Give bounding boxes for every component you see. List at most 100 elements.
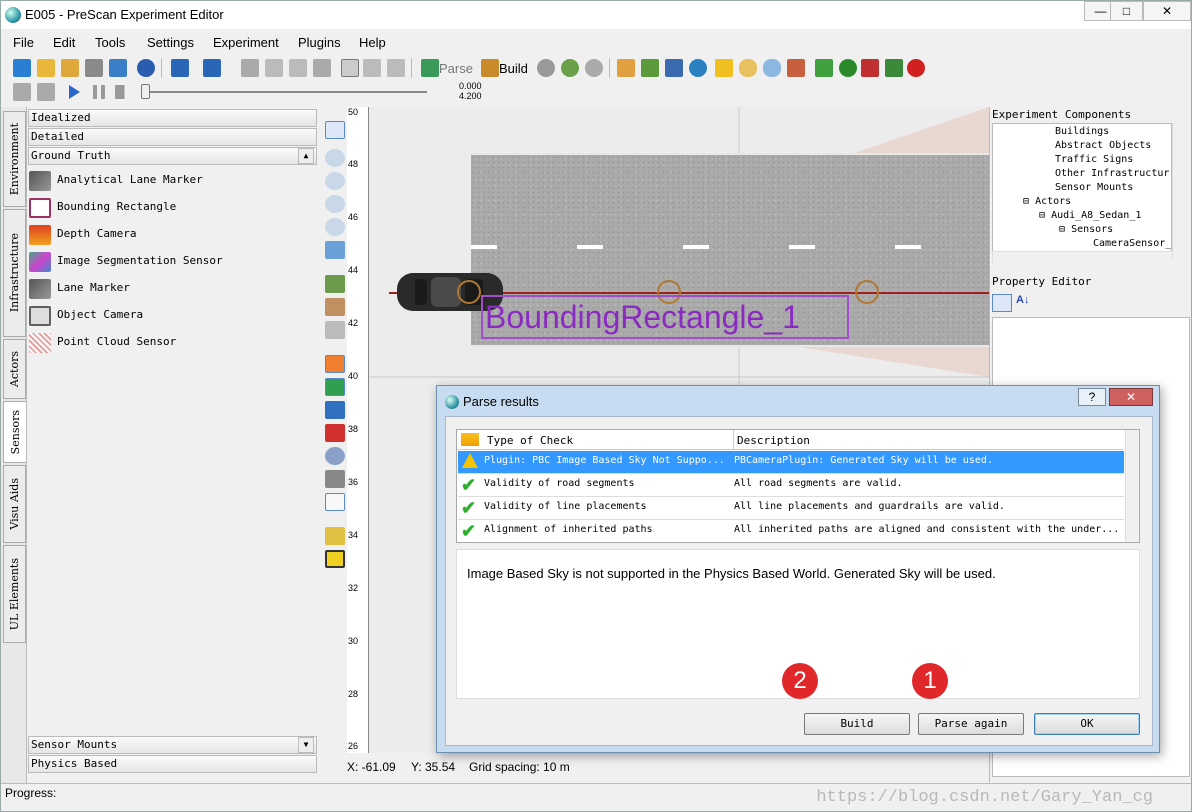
parse-button[interactable]: Parse <box>439 61 473 76</box>
menu-experiment[interactable]: Experiment <box>213 35 279 50</box>
globe-icon[interactable] <box>561 59 579 77</box>
new-icon[interactable] <box>13 59 31 77</box>
tree-node[interactable]: Traffic Signs <box>1055 154 1133 165</box>
help-button[interactable]: ? <box>1078 388 1106 406</box>
terrain-icon[interactable] <box>325 470 345 488</box>
tree-node[interactable]: CameraSensor_ <box>1093 238 1171 249</box>
list-item[interactable]: Depth Camera <box>29 223 299 247</box>
components-tree[interactable]: Buildings Abstract Objects Traffic Signs… <box>992 123 1172 259</box>
open-folder-icon[interactable] <box>61 59 79 77</box>
category-ground-truth[interactable]: Ground Truth ▲ <box>28 147 317 165</box>
zoom-in-icon[interactable] <box>325 172 345 190</box>
categorized-icon[interactable] <box>992 294 1012 312</box>
play-world-icon[interactable] <box>839 59 857 77</box>
tree-hscrollbar[interactable] <box>992 251 1172 263</box>
weather-icon[interactable] <box>739 59 757 77</box>
numbering-icon[interactable] <box>325 527 345 545</box>
tab-sensors[interactable]: Sensors <box>3 401 26 463</box>
wrench-icon[interactable] <box>363 59 381 77</box>
chart-icon[interactable] <box>787 59 805 77</box>
timeline-slider[interactable] <box>141 91 427 93</box>
collapse-arrow-icon[interactable]: ▲ <box>298 148 314 164</box>
tree-node[interactable]: Abstract Objects <box>1055 140 1151 151</box>
tab-visu-aids[interactable]: Visu Aids <box>3 465 26 543</box>
collapse-icon[interactable]: ⊟ <box>1023 196 1029 207</box>
camera-tool-icon[interactable] <box>325 355 345 373</box>
dialog-close-button[interactable]: ✕ <box>1109 388 1153 406</box>
expand-arrow-icon[interactable]: ▼ <box>298 737 314 753</box>
draw-path-icon[interactable] <box>325 275 345 293</box>
category-sensor-mounts[interactable]: Sensor Mounts ▼ <box>28 736 317 754</box>
menu-edit[interactable]: Edit <box>53 35 75 50</box>
dialog-build-button[interactable]: Build <box>804 713 910 735</box>
tree-node[interactable]: Sensor Mounts <box>1055 182 1133 193</box>
menu-settings[interactable]: Settings <box>147 35 194 50</box>
maximize-button[interactable]: □ <box>1110 1 1143 21</box>
table-row[interactable]: ✔ Validity of road segments All road seg… <box>458 474 1124 497</box>
list-item[interactable]: Analytical Lane Marker <box>29 169 299 193</box>
star-icon[interactable] <box>715 59 733 77</box>
category-idealized[interactable]: Idealized <box>28 109 317 127</box>
redo-icon[interactable] <box>203 59 221 77</box>
undo-icon[interactable] <box>171 59 189 77</box>
tree-node[interactable]: Buildings <box>1055 126 1109 137</box>
category-detailed[interactable]: Detailed <box>28 128 317 146</box>
list-item[interactable]: Bounding Rectangle <box>29 196 299 220</box>
column-type[interactable]: Type of Check <box>487 432 573 450</box>
save-as-icon[interactable] <box>109 59 127 77</box>
list-item[interactable]: Lane Marker <box>29 277 299 301</box>
build-icon[interactable] <box>481 59 499 77</box>
step-back-icon[interactable] <box>37 83 55 101</box>
list-item[interactable]: Image Segmentation Sensor <box>29 250 299 274</box>
zoom-out-icon[interactable] <box>325 195 345 213</box>
ok-button[interactable]: OK <box>1034 713 1140 735</box>
pan-icon[interactable] <box>325 241 345 259</box>
export-icon[interactable] <box>861 59 879 77</box>
light-icon[interactable] <box>325 424 345 442</box>
menu-tools[interactable]: Tools <box>95 35 125 50</box>
zoom-fit-icon[interactable] <box>325 218 345 236</box>
table-row[interactable]: Plugin: PBC Image Based Sky Not Suppo...… <box>458 451 1124 474</box>
menu-help[interactable]: Help <box>359 35 386 50</box>
waypoint-marker[interactable] <box>457 280 481 304</box>
copy-icon[interactable] <box>265 59 283 77</box>
table-row[interactable]: ✔ Alignment of inherited paths All inher… <box>458 520 1124 542</box>
path-icon[interactable] <box>641 59 659 77</box>
paste-icon[interactable] <box>289 59 307 77</box>
help-icon[interactable] <box>137 59 155 77</box>
list-item[interactable]: Object Camera <box>29 304 299 328</box>
zoom-icon[interactable] <box>325 149 345 167</box>
node-icon[interactable] <box>325 321 345 339</box>
layers-icon[interactable] <box>815 59 833 77</box>
tree-node[interactable]: Other Infrastructur <box>1055 168 1169 179</box>
measure-icon[interactable] <box>325 493 345 511</box>
sphere-icon[interactable] <box>585 59 603 77</box>
robot-icon[interactable] <box>885 59 903 77</box>
collapse-icon[interactable]: ⊟ <box>1039 210 1045 221</box>
compass-icon[interactable] <box>689 59 707 77</box>
bug-icon[interactable] <box>907 59 925 77</box>
bounding-rectangle-label[interactable]: BoundingRectangle_1 <box>481 295 849 339</box>
globe-tool-icon[interactable] <box>325 447 345 465</box>
parse-icon[interactable] <box>421 59 439 77</box>
open-icon[interactable] <box>37 59 55 77</box>
cloud-icon[interactable] <box>763 59 781 77</box>
close-button[interactable]: ✕ <box>1143 1 1191 21</box>
radar-icon[interactable] <box>325 401 345 419</box>
tab-environment[interactable]: Environment <box>3 111 26 207</box>
sim-icon[interactable] <box>537 59 555 77</box>
tree-node[interactable]: ⊟ Actors <box>1023 196 1071 207</box>
cut-icon[interactable] <box>241 59 259 77</box>
timeline-handle[interactable] <box>141 84 150 99</box>
play-icon[interactable] <box>69 85 80 99</box>
tab-infrastructure[interactable]: Infrastructure <box>3 209 26 337</box>
build-button[interactable]: Build <box>499 61 528 76</box>
parse-again-button[interactable]: Parse again <box>918 713 1024 735</box>
tree-vscrollbar[interactable] <box>1172 123 1186 259</box>
pause-icon[interactable] <box>93 85 105 99</box>
results-table[interactable]: Type of Check Description Plugin: PBC Im… <box>456 429 1140 543</box>
menu-file[interactable]: File <box>13 35 34 50</box>
column-description[interactable]: Description <box>737 432 810 450</box>
sort-az-icon[interactable]: A↓ <box>1016 294 1034 312</box>
delete-icon[interactable] <box>313 59 331 77</box>
